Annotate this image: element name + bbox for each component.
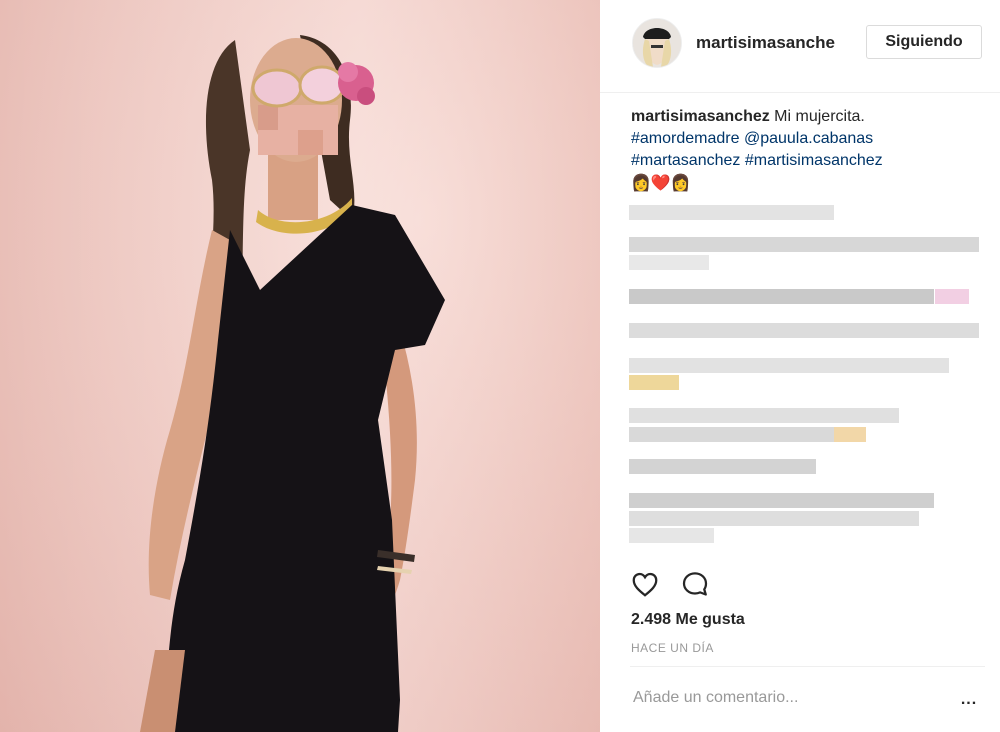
blurred-comment-block bbox=[834, 427, 866, 442]
post-timestamp[interactable]: HACE UN DÍA bbox=[631, 641, 714, 655]
mention-link[interactable]: @pauula.cabanas bbox=[744, 130, 873, 147]
avatar-image bbox=[633, 19, 681, 67]
post-details-panel: martisimasanche Siguiendo martisimasanch… bbox=[600, 0, 1000, 732]
comment-divider bbox=[630, 666, 985, 667]
add-comment-input[interactable] bbox=[631, 688, 935, 708]
heart-icon[interactable] bbox=[630, 569, 660, 604]
blurred-comment-block bbox=[629, 459, 816, 474]
blurred-comment-block bbox=[629, 408, 899, 423]
comment-icon[interactable] bbox=[680, 569, 710, 604]
blurred-comment-block bbox=[629, 375, 679, 390]
hashtag-link[interactable]: #martisimasanchez bbox=[745, 152, 883, 169]
blurred-comment-block bbox=[629, 511, 919, 526]
header-username[interactable]: martisimasanche bbox=[696, 33, 846, 53]
post-header: martisimasanche Siguiendo bbox=[600, 0, 1000, 93]
more-options-icon[interactable]: ... bbox=[955, 688, 983, 712]
likes-count[interactable]: 2.498 Me gusta bbox=[631, 611, 745, 629]
post-photo[interactable] bbox=[0, 0, 600, 732]
more-options-label: ... bbox=[960, 691, 978, 708]
blurred-comment-block bbox=[629, 323, 979, 338]
caption-text: Mi mujercita. bbox=[769, 108, 865, 125]
caption-emojis: 👩❤️👩 bbox=[631, 175, 691, 192]
pixelated-comments bbox=[629, 203, 985, 563]
caption-author-link[interactable]: martisimasanchez bbox=[631, 108, 770, 125]
hashtag-link[interactable]: #martasanchez bbox=[631, 152, 740, 169]
blurred-comment-block bbox=[629, 255, 709, 270]
hashtag-link[interactable]: #amordemadre bbox=[631, 130, 740, 147]
avatar[interactable] bbox=[632, 18, 682, 68]
following-button[interactable]: Siguiendo bbox=[866, 25, 982, 59]
blurred-comment-block bbox=[629, 427, 834, 442]
blurred-comment-block bbox=[629, 493, 934, 508]
blurred-comment-block bbox=[629, 205, 834, 220]
blurred-comment-block bbox=[629, 289, 934, 304]
blurred-comment-block bbox=[629, 358, 949, 373]
blurred-comment-block bbox=[629, 237, 979, 252]
blurred-comment-block bbox=[935, 289, 969, 304]
post-caption: martisimasanchez Mi mujercita. #amordema… bbox=[631, 106, 986, 172]
blurred-comment-block bbox=[629, 528, 714, 543]
photo-subject bbox=[140, 35, 445, 732]
